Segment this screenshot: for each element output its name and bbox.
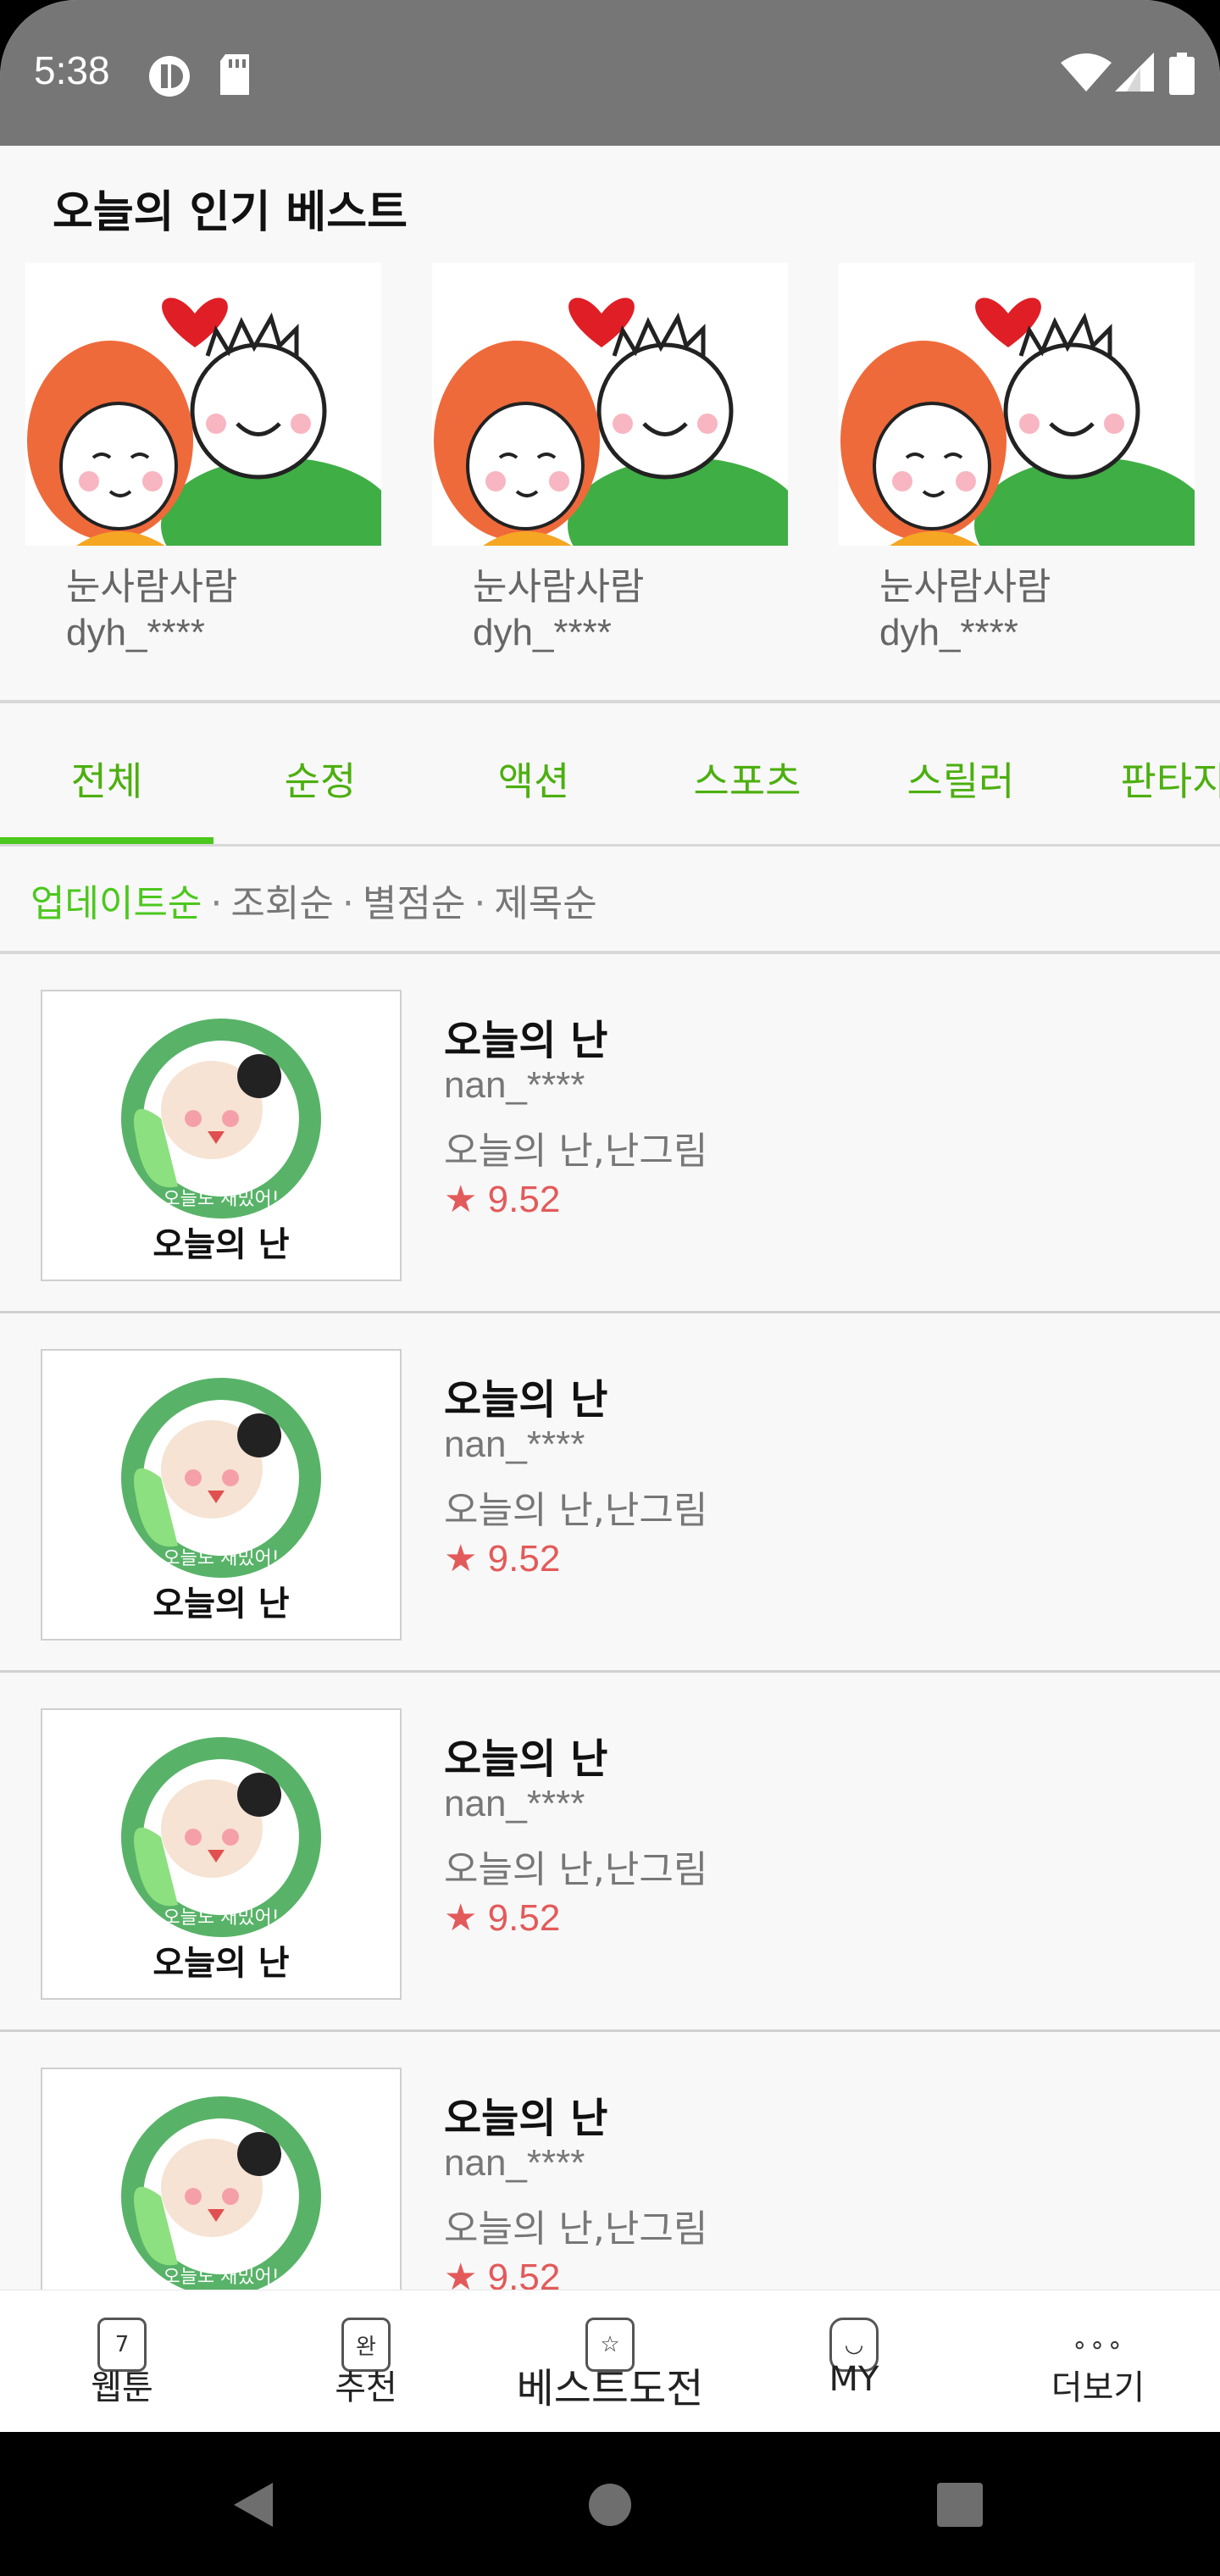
tab-fantasy[interactable]: 판타지 [1068, 751, 1220, 807]
back-icon[interactable] [230, 2481, 276, 2529]
couple-illustration [27, 297, 381, 546]
webtoon-author: nan_**** [444, 2142, 585, 2184]
thumb-badge: 오늘도 재밌어! [163, 1189, 279, 1210]
list-item[interactable]: 오늘도 재밌어! 오늘의 난 오늘의 난 nan_**** 오늘의 난,난그림 … [0, 1313, 1220, 1673]
sort-separator: · [341, 882, 354, 925]
wifi-icon [1061, 53, 1112, 92]
webtoon-tags: 오늘의 난,난그림 [444, 2207, 708, 2251]
webtoon-title: 오늘의 난 [444, 1376, 608, 1424]
tab-indicator [0, 837, 214, 844]
couple-illustration [434, 297, 788, 546]
nav-label: 추천 [335, 2368, 397, 2407]
tab-thriller[interactable]: 스릴러 [854, 751, 1068, 807]
sort-separator: · [474, 882, 486, 925]
webtoon-title: 오늘의 난 [444, 2095, 608, 2142]
sort-views[interactable]: 조회순 [230, 882, 333, 925]
thumb-badge: 오늘도 재밌어! [163, 1548, 279, 1569]
nav-best-challenge[interactable]: ☆ 베스트도전 [488, 2290, 732, 2433]
list-item[interactable]: 오늘도 재밌어! 오늘의 난 오늘의 난 nan_**** 오늘의 난,난그림 … [0, 954, 1220, 1313]
best-card[interactable]: 눈사람사람 dyh_**** [432, 263, 788, 669]
webtoon-thumbnail: 오늘도 재밌어! 오늘의 난 [41, 990, 402, 1281]
best-card-title: 눈사람사람 [473, 565, 645, 608]
webtoon-rating: ★ 9.52 [444, 1538, 561, 1579]
couple-illustration [840, 297, 1195, 546]
webtoon-author: nan_**** [444, 1783, 585, 1824]
battery-icon [1169, 53, 1195, 95]
best-card-title: 눈사람사람 [879, 565, 1051, 608]
system-navigation-bar [0, 2432, 1220, 2576]
list-item[interactable]: 오늘도 재밌어! 오늘의 난 오늘의 난 nan_**** 오늘의 난,난그림 … [0, 1673, 1220, 2032]
best-card[interactable]: 눈사람사람 dyh_**** [25, 263, 381, 669]
sort-update[interactable]: 업데이트순 [30, 882, 202, 925]
webtoon-rating: ★ 9.52 [444, 1179, 561, 1220]
nav-my[interactable]: ◡ MY [732, 2290, 976, 2433]
tabs-divider [0, 844, 1220, 847]
best-card-title: 눈사람사람 [66, 565, 238, 608]
recents-icon[interactable] [937, 2483, 983, 2527]
nan-logo-illustration: 오늘도 재밌어! 오늘의 난 [121, 1737, 321, 1983]
tab-sports[interactable]: 스포츠 [640, 751, 854, 807]
webtoon-tags: 오늘의 난,난그림 [444, 1130, 708, 1173]
bottom-navigation: 7 웹툰 완 추천 ☆ 베스트도전 ◡ MY ∘∘∘ 더보기 [0, 2290, 1220, 2433]
nan-logo-illustration: 오늘도 재밌어! 오늘의 난 [121, 1378, 321, 1624]
sort-title[interactable]: 제목순 [494, 882, 596, 925]
webtoon-title: 오늘의 난 [444, 1735, 608, 1783]
best-thumbnail [432, 263, 788, 546]
nav-label: 웹툰 [91, 2368, 153, 2407]
webtoon-title: 오늘의 난 [444, 1017, 608, 1064]
app-screen: 5:38 오늘의 인기 베스트 눈사람사람 dyh_**** 눈사람사람 dyh… [0, 0, 1220, 2576]
thumb-badge: 오늘도 재밌어! [163, 1907, 279, 1929]
status-bar: 5:38 [0, 0, 1220, 146]
nav-label: MY [829, 2360, 879, 2399]
best-thumbnail [839, 263, 1195, 546]
sort-bar: 업데이트순 · 조회순 · 별점순 · 제목순 [30, 873, 597, 927]
best-card[interactable]: 눈사람사람 dyh_**** [839, 263, 1195, 669]
nav-label: 베스트도전 [516, 2365, 704, 2412]
thumb-badge: 오늘도 재밌어! [163, 2267, 279, 2288]
thumb-logo-text: 오늘의 난 [152, 1944, 289, 1983]
thumb-logo-text: 오늘의 난 [152, 1225, 289, 1264]
pie-icon [149, 56, 190, 97]
genre-tabs: 전체 순정 액션 스포츠 스릴러 판타지 [0, 703, 1220, 846]
webtoon-tags: 오늘의 난,난그림 [444, 1489, 708, 1532]
home-icon[interactable] [588, 2483, 632, 2527]
status-time: 5:38 [34, 48, 110, 92]
best-card-author: dyh_**** [879, 612, 1018, 653]
best-card-author: dyh_**** [473, 612, 612, 653]
sort-separator: · [210, 882, 223, 925]
nan-logo-illustration: 오늘도 재밌어! 오늘의 난 [121, 1019, 321, 1264]
sort-rating[interactable]: 별점순 [363, 882, 465, 925]
tab-action[interactable]: 액션 [427, 751, 640, 807]
tab-romance[interactable]: 순정 [214, 751, 427, 807]
webtoon-thumbnail: 오늘도 재밌어! 오늘의 난 [41, 1708, 402, 2000]
thumb-logo-text: 오늘의 난 [152, 1585, 289, 1624]
signal-icon [1115, 53, 1154, 92]
nav-recommend[interactable]: 완 추천 [244, 2290, 488, 2433]
webtoon-tags: 오늘의 난,난그림 [444, 1848, 708, 1891]
webtoon-author: nan_**** [444, 1424, 585, 1465]
best-thumbnail [25, 263, 381, 546]
webtoon-thumbnail: 오늘도 재밌어! 오늘의 난 [41, 1349, 402, 1641]
best-card-author: dyh_**** [66, 612, 205, 653]
webtoon-rating: ★ 9.52 [444, 1897, 561, 1939]
nav-label: 더보기 [1051, 2368, 1145, 2407]
popular-best-title: 오늘의 인기 베스트 [53, 187, 408, 238]
tab-all[interactable]: 전체 [0, 751, 214, 807]
nav-webtoon[interactable]: 7 웹툰 [0, 2290, 244, 2433]
webtoon-author: nan_**** [444, 1064, 585, 1106]
sd-card-icon [220, 54, 249, 95]
nav-more[interactable]: ∘∘∘ 더보기 [976, 2290, 1220, 2433]
